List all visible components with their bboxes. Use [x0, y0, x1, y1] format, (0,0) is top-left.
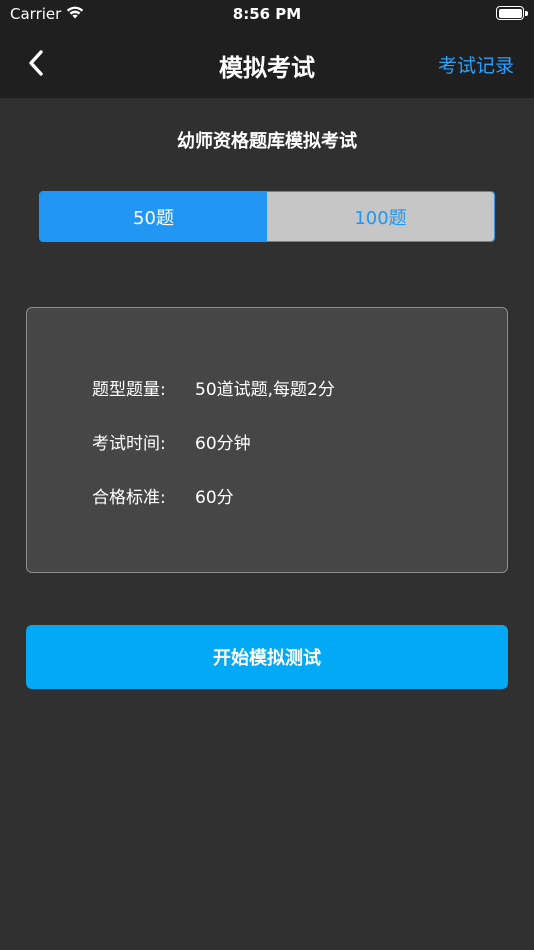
- exam-info-card: 题型题量: 50道试题,每题2分 考试时间: 60分钟 合格标准: 60分: [26, 307, 508, 573]
- exam-records-button[interactable]: 考试记录: [438, 51, 514, 78]
- question-count-segment: 50题 100题: [39, 191, 495, 242]
- info-value: 60分: [195, 488, 234, 508]
- status-time: 8:56 PM: [232, 5, 302, 23]
- info-row-exam-time: 考试时间: 60分钟: [92, 429, 251, 454]
- start-mock-test-button[interactable]: 开始模拟测试: [26, 625, 508, 689]
- info-row-pass-standard: 合格标准: 60分: [92, 483, 234, 508]
- info-value: 60分钟: [195, 434, 251, 454]
- info-label: 考试时间:: [92, 434, 166, 454]
- battery-cap: [525, 10, 528, 16]
- info-label: 合格标准:: [92, 488, 166, 508]
- nav-bar: 模拟考试 考试记录: [0, 28, 534, 98]
- battery-icon: [496, 6, 528, 20]
- info-label: 题型题量:: [92, 380, 166, 400]
- battery-level: [498, 8, 522, 18]
- segment-50-questions[interactable]: 50题: [40, 192, 267, 241]
- exam-subtitle: 幼师资格题库模拟考试: [177, 131, 357, 152]
- segment-100-questions[interactable]: 100题: [267, 192, 494, 241]
- info-value: 50道试题,每题2分: [195, 380, 335, 400]
- status-bar: Carrier 8:56 PM: [0, 0, 534, 28]
- exam-screen: Carrier 8:56 PM 模拟考试 考试记录 幼师资格题库模拟考试 50题…: [0, 0, 534, 950]
- info-row-question-type: 题型题量: 50道试题,每题2分: [92, 375, 335, 400]
